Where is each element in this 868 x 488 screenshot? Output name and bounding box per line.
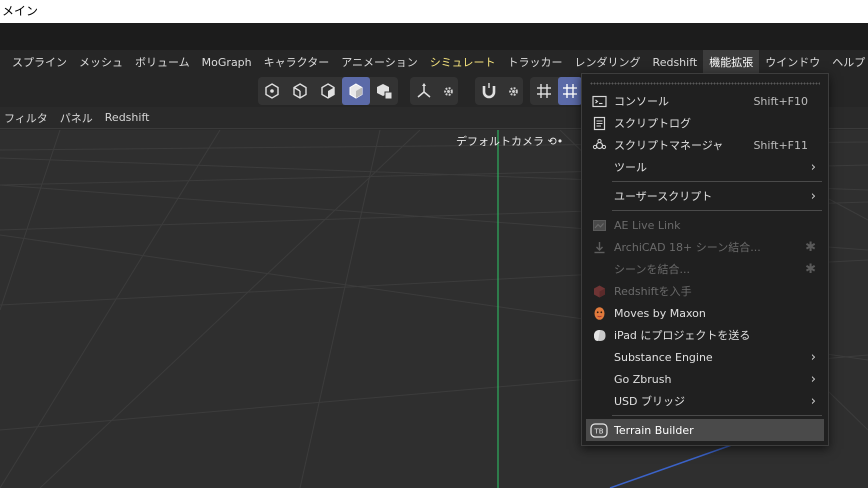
menu-item-label: iPad にプロジェクトを送る <box>614 329 751 342</box>
menu-item-usd-bridge[interactable]: USD ブリッジ › <box>586 390 824 412</box>
menu-redshift[interactable]: Redshift <box>647 50 704 75</box>
moves-face-icon <box>586 302 612 324</box>
menu-tracker[interactable]: トラッカー <box>502 50 569 75</box>
model-mode-icon[interactable] <box>342 77 370 105</box>
shortcut-label: Shift+F11 <box>753 138 808 152</box>
menu-item-label: コンソール <box>614 95 669 108</box>
menu-item-go-zbrush[interactable]: Go Zbrush › <box>586 368 824 390</box>
ipad-send-icon <box>586 324 612 346</box>
edges-mode-icon[interactable] <box>286 77 314 105</box>
redshift-cube-icon <box>586 280 612 302</box>
menu-item-label: スクリプトマネージャ <box>614 139 724 152</box>
menu-item-label: ユーザースクリプト <box>614 190 713 203</box>
points-mode-icon[interactable] <box>258 77 286 105</box>
menu-item-label: ツール <box>614 161 647 174</box>
terrain-builder-tb-icon: TB <box>586 419 612 441</box>
camera-label[interactable]: デフォルトカメラ ⟲• <box>456 133 563 149</box>
menu-item-console[interactable]: コンソール Shift+F10 <box>586 90 824 112</box>
menu-item-label: スクリプトログ <box>614 117 691 130</box>
ae-live-link-icon <box>586 214 612 236</box>
menu-item-label: Moves by Maxon <box>614 306 706 320</box>
chevron-right-icon: › <box>810 159 816 175</box>
menu-item-get-redshift[interactable]: Redshiftを入手 <box>586 280 824 302</box>
menu-separator <box>612 210 822 211</box>
menu-mesh[interactable]: メッシュ <box>73 50 129 75</box>
menu-item-user-scripts[interactable]: ユーザースクリプト › <box>586 185 824 207</box>
menu-item-label: Redshiftを入手 <box>614 285 692 298</box>
axis-icon[interactable] <box>410 77 438 105</box>
svg-text:TB: TB <box>593 427 603 435</box>
menu-character[interactable]: キャラクター <box>258 50 336 75</box>
menu-item-script-manager[interactable]: スクリプトマネージャ Shift+F11 <box>586 134 824 156</box>
menu-item-archicad-merge[interactable]: ArchiCAD 18+ シーン結合... ✱ <box>586 236 824 258</box>
menu-item-tools[interactable]: ツール › <box>586 156 824 178</box>
polygons-mode-icon[interactable] <box>314 77 342 105</box>
menu-mograph[interactable]: MoGraph <box>196 50 258 75</box>
menu-window[interactable]: ウインドウ <box>759 50 826 75</box>
menu-item-label: Terrain Builder <box>614 423 694 437</box>
options-gear-icon[interactable]: ✱ <box>805 262 824 277</box>
viewport-menu-redshift[interactable]: Redshift <box>99 111 156 124</box>
mode-group <box>258 77 398 105</box>
viewport-menu-panel[interactable]: パネル <box>54 110 99 126</box>
archicad-download-icon <box>586 236 612 258</box>
options-gear-icon[interactable]: ✱ <box>805 240 824 255</box>
menu-item-label: ArchiCAD 18+ シーン結合... <box>614 241 761 254</box>
window-title: メイン <box>0 0 868 23</box>
snap-group <box>475 77 523 105</box>
shortcut-label: Shift+F10 <box>753 94 808 108</box>
texture-mode-icon[interactable] <box>370 77 398 105</box>
workplane-grid-icon[interactable] <box>558 77 582 105</box>
menu-spline[interactable]: スプライン <box>6 50 73 75</box>
snap-settings-gear-icon[interactable] <box>503 77 523 105</box>
snap-magnet-icon[interactable] <box>475 77 503 105</box>
grid-group <box>530 77 582 105</box>
axis-settings-gear-icon[interactable] <box>438 77 458 105</box>
menu-item-send-to-ipad[interactable]: iPad にプロジェクトを送る <box>586 324 824 346</box>
menu-item-merge-scene[interactable]: シーンを結合... ✱ <box>586 258 824 280</box>
menu-separator <box>612 415 822 416</box>
menu-item-label: AE Live Link <box>614 218 681 232</box>
title-strip <box>0 23 868 50</box>
grid-icon[interactable] <box>530 77 558 105</box>
menu-item-moves-by-maxon[interactable]: Moves by Maxon <box>586 302 824 324</box>
script-log-icon <box>586 112 612 134</box>
menu-volume[interactable]: ボリューム <box>129 50 196 75</box>
menu-item-script-log[interactable]: スクリプトログ <box>586 112 824 134</box>
menu-animation[interactable]: アニメーション <box>335 50 424 75</box>
main-menubar: スプライン メッシュ ボリューム MoGraph キャラクター アニメーション … <box>0 50 868 75</box>
menu-item-label: シーンを結合... <box>614 263 690 276</box>
axis-group <box>410 77 458 105</box>
menu-render[interactable]: レンダリング <box>569 50 647 75</box>
chevron-right-icon: › <box>810 188 816 204</box>
menu-extensions[interactable]: 機能拡張 <box>703 50 760 75</box>
menu-item-label: USD ブリッジ <box>614 395 686 408</box>
chevron-right-icon: › <box>810 371 816 387</box>
chevron-right-icon: › <box>810 393 816 409</box>
menu-item-label: Substance Engine <box>614 350 713 364</box>
menu-item-substance-engine[interactable]: Substance Engine › <box>586 346 824 368</box>
menu-help[interactable]: ヘルプ <box>826 50 868 75</box>
menu-separator <box>612 181 822 182</box>
console-icon <box>586 90 612 112</box>
extensions-dropdown-menu: コンソール Shift+F10 スクリプトログ スクリプトマネージャ Shift… <box>581 73 829 446</box>
chevron-right-icon: › <box>810 349 816 365</box>
viewport-menu-filter[interactable]: フィルタ <box>0 110 54 126</box>
menu-item-ae-live-link[interactable]: AE Live Link <box>586 214 824 236</box>
menu-item-terrain-builder[interactable]: TB Terrain Builder <box>586 419 824 441</box>
tear-off-handle[interactable] <box>590 82 820 85</box>
script-manager-icon <box>586 134 612 156</box>
menu-item-label: Go Zbrush <box>614 372 672 386</box>
menu-simulate[interactable]: シミュレート <box>424 50 502 75</box>
